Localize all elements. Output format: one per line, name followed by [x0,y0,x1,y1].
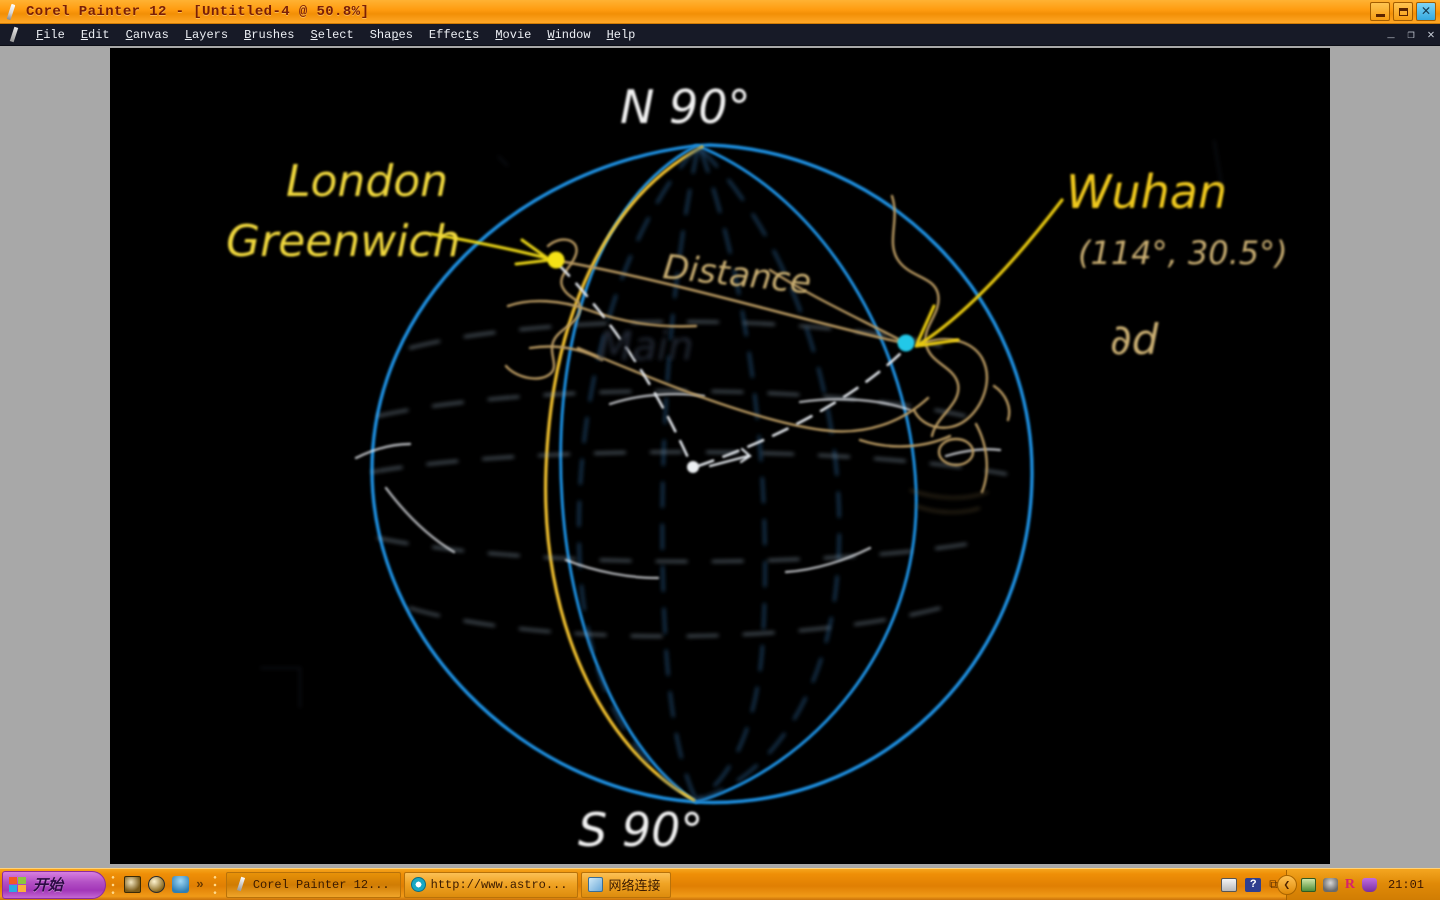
workspace: N 90° S 90° London Greenwich Wuhan (114°… [0,46,1440,868]
document-paintbrush-icon [6,26,22,43]
faint-mark-left [260,667,301,708]
system-tray: ? ⧉ ❮ R 21:01 [1213,869,1440,900]
menu-item-layers[interactable]: Layers [177,26,236,44]
tray-left-icons: ? ⧉ [1213,877,1286,892]
london-label: London [286,156,448,207]
distance-label: Distance [661,247,813,302]
faint-erased-label: Main [598,324,694,370]
document-window-controls: _ ❐ ✕ [1384,26,1438,42]
document-close-button[interactable]: ✕ [1424,26,1438,42]
taskbar-separator-2 [211,872,218,897]
menu-item-file[interactable]: File [28,26,73,44]
display-icon[interactable] [1300,877,1316,892]
window-controls: ✕ [1370,2,1436,21]
north-pole-label: N 90° [620,80,751,134]
menu-item-edit[interactable]: Edit [73,26,118,44]
partial-derivative-label: ∂d [1110,315,1159,364]
windows-flag-icon [9,876,27,893]
menu-item-select[interactable]: Select [302,26,361,44]
show-hidden-icons-chevron[interactable]: ❮ [1276,874,1297,895]
quicklaunch-icon-3[interactable] [172,876,189,893]
inner-meridian-4 [695,147,841,802]
prime-meridian [543,145,704,802]
faint-coast-1 [909,489,989,499]
security-shield-icon[interactable] [1361,877,1377,892]
wuhan-marker-dot [897,334,915,352]
inner-meridian-3 [577,147,697,801]
window-title: Corel Painter 12 - [Untitled-4 @ 50.8%] [26,3,370,20]
start-button-label: 开始 [33,876,64,894]
quick-launch-bar: » [120,876,208,893]
title-bar: Corel Painter 12 - [Untitled-4 @ 50.8%] … [0,0,1440,24]
angle-arrow-head [739,447,752,464]
coastline-peninsula [974,422,988,494]
document-minimize-button[interactable]: _ [1384,26,1398,42]
taskbar-clock[interactable]: 21:01 [1384,878,1432,892]
menu-bar: File Edit Canvas Layers Brushes Select S… [0,24,1440,46]
task-button-list: Corel Painter 12... http://www.astro... … [225,871,672,898]
coastline-island-detail [992,384,1011,422]
close-button[interactable]: ✕ [1416,2,1436,21]
london-marker-dot [547,251,565,269]
task-button-browser[interactable]: http://www.astro... [403,871,579,898]
quicklaunch-icon-2[interactable] [148,876,165,893]
menu-item-brushes[interactable]: Brushes [236,26,302,44]
inner-meridian-1 [661,147,700,801]
globe-drawing: N 90° S 90° London Greenwich Wuhan (114°… [226,80,1288,857]
quicklaunch-overflow-chevron[interactable]: » [196,877,204,892]
help-icon[interactable]: ? [1245,877,1262,892]
start-button[interactable]: 开始 [2,870,106,899]
task-button-painter[interactable]: Corel Painter 12... [225,871,401,898]
quicklaunch-icon-1[interactable] [124,876,141,893]
coastline-china-east [912,337,988,429]
task-button-browser-label: http://www.astro... [430,877,568,892]
realplayer-icon[interactable]: R [1345,877,1355,893]
keyboard-layout-icon[interactable] [1221,877,1238,892]
opera-icon [410,877,426,892]
latitude-line-south [408,604,950,638]
coastline-south-china [858,434,952,448]
task-button-network-label: 网络连接 [608,879,661,894]
menu-item-shapes[interactable]: Shapes [362,26,421,44]
menu-item-window[interactable]: Window [539,26,598,44]
painter-icon [233,876,248,892]
menu-item-effects[interactable]: Effects [421,26,487,44]
lat-stroke-4 [798,398,912,412]
wuhan-coordinates-label: (114°, 30.5°) [1078,234,1288,272]
notification-area: ❮ R 21:01 [1276,869,1440,900]
restore-button[interactable] [1393,2,1413,21]
lat-stroke-2 [354,442,412,460]
inner-meridian-2 [695,147,767,801]
paintbrush-icon [3,3,21,21]
south-pole-label: S 90° [578,803,703,857]
network-icon [588,877,604,892]
faint-mark-top [497,155,509,167]
latitude-line-lower [376,536,992,563]
minimize-button[interactable] [1370,2,1390,21]
radius-line-wuhan [696,342,912,468]
desktop: Corel Painter 12 - [Untitled-4 @ 50.8%] … [0,0,1440,900]
wuhan-arrow-shaft [918,198,1064,346]
greenwich-label: Greenwich [226,216,461,267]
menu-item-movie[interactable]: Movie [487,26,539,44]
menu-item-help[interactable]: Help [599,26,644,44]
globe-center-point [687,461,699,473]
menu-item-canvas[interactable]: Canvas [118,26,177,44]
document-restore-button[interactable]: ❐ [1404,26,1418,42]
messenger-icon[interactable] [1322,877,1338,892]
wuhan-label: Wuhan [1066,165,1227,219]
taskbar-separator-1 [110,872,116,897]
painting-canvas[interactable]: N 90° S 90° London Greenwich Wuhan (114°… [110,48,1330,864]
faint-coast-2 [915,505,981,514]
taskbar: 开始 » Corel Painter 12... http://www.astr… [0,868,1440,900]
task-button-network[interactable]: 网络连接 [581,871,672,898]
globe-outline [370,143,1034,805]
task-button-painter-label: Corel Painter 12... [252,877,390,892]
